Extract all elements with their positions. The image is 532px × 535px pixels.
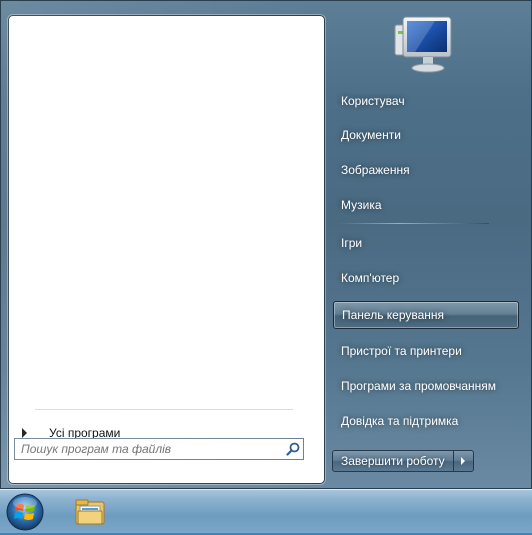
right-item-documents[interactable]: Документи xyxy=(333,121,519,149)
right-item-label: Комп'ютер xyxy=(341,271,400,285)
right-item-computer[interactable]: Комп'ютер xyxy=(333,264,519,292)
right-item-label: Ігри xyxy=(341,236,363,250)
search-input[interactable] xyxy=(15,440,283,458)
search-box[interactable] xyxy=(14,438,304,460)
right-item-label: Довідка та підтримка xyxy=(341,414,459,428)
right-item-music[interactable]: Музика xyxy=(333,191,519,219)
shutdown-options-button[interactable] xyxy=(453,450,474,472)
start-menu-left-pane: Усі програми xyxy=(8,15,325,484)
start-menu: Усі програми Пошук програм та файлів Кор… xyxy=(0,0,532,489)
search-icon[interactable] xyxy=(283,439,303,459)
chevron-right-icon xyxy=(461,457,466,465)
right-item-label: Зображення xyxy=(341,163,410,177)
right-item-label: Панель керування xyxy=(342,308,445,322)
taskbar xyxy=(0,489,532,533)
right-pane-divider xyxy=(339,223,489,224)
windows-orb-icon[interactable] xyxy=(5,492,45,532)
shutdown-group: Завершити роботу xyxy=(332,450,474,472)
all-programs-divider xyxy=(35,409,293,410)
right-item-label: Пристрої та принтери xyxy=(341,344,462,358)
right-item-label: Програми за промовчанням xyxy=(341,379,497,393)
right-item-games[interactable]: Ігри xyxy=(333,229,519,257)
right-item-control-panel[interactable]: Панель керування xyxy=(333,301,519,329)
right-item-label: Документи xyxy=(341,128,401,142)
windows-explorer-icon[interactable] xyxy=(68,494,112,530)
right-item-pictures[interactable]: Зображення xyxy=(333,156,519,184)
right-item-devices-printers[interactable]: Пристрої та принтери xyxy=(333,337,519,365)
right-item-label: Користувач xyxy=(341,94,405,108)
right-item-user[interactable]: Користувач xyxy=(333,87,519,115)
shutdown-button[interactable]: Завершити роботу xyxy=(332,450,454,472)
right-item-default-programs[interactable]: Програми за промовчанням xyxy=(333,372,519,400)
computer-monitor-icon xyxy=(387,13,459,77)
right-item-help-support[interactable]: Довідка та підтримка xyxy=(333,407,519,435)
right-item-label: Музика xyxy=(341,198,382,212)
expand-arrow-icon xyxy=(22,428,27,438)
